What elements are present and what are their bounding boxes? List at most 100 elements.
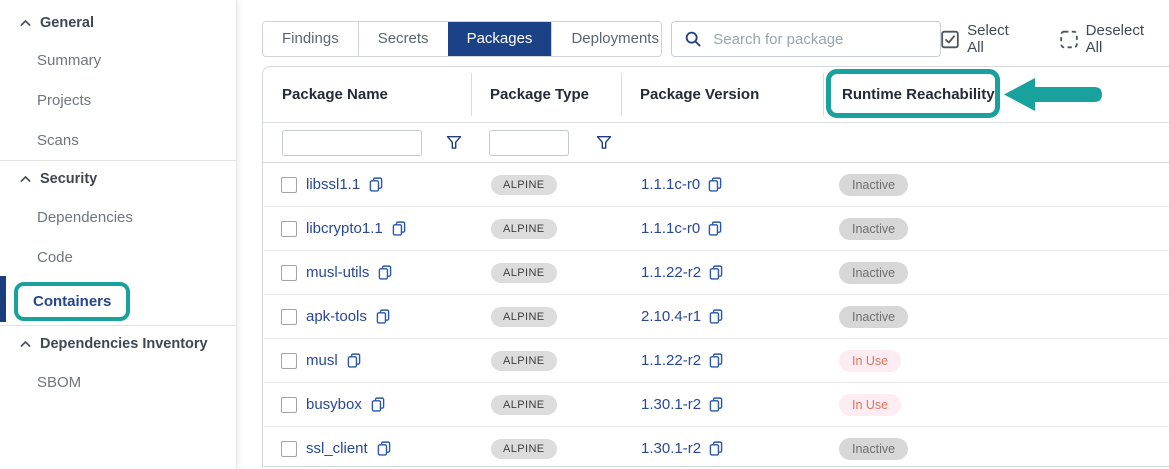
sidebar-item-dependencies[interactable]: Dependencies <box>0 197 236 237</box>
copy-icon[interactable] <box>392 221 406 236</box>
sidebar-item-label: Code <box>37 249 73 266</box>
copy-icon[interactable] <box>709 309 723 324</box>
selection-controls: Select All Deselect All <box>941 22 1160 56</box>
copy-icon[interactable] <box>708 177 722 192</box>
column-header-package-type[interactable]: Package Type <box>471 67 621 122</box>
tab-deployments[interactable]: Deployments <box>551 22 662 56</box>
row-checkbox[interactable] <box>281 353 297 369</box>
copy-icon[interactable] <box>709 397 723 412</box>
sidebar-section-dependencies-inventory[interactable]: Dependencies Inventory <box>0 326 236 362</box>
reachability-status-badge: Inactive <box>839 306 908 328</box>
reachability-status-badge: In Use <box>839 350 901 372</box>
tab-findings[interactable]: Findings <box>263 22 358 56</box>
package-type-badge: ALPINE <box>491 395 557 415</box>
table-row: musl-utils ALPINE 1.1.22-r2 Inactive <box>263 251 1169 295</box>
reachability-status-badge: Inactive <box>839 262 908 284</box>
reachability-status-badge: Inactive <box>839 438 908 460</box>
package-search[interactable] <box>671 21 941 57</box>
row-checkbox[interactable] <box>281 221 297 237</box>
package-version-value: 1.1.1c-r0 <box>641 220 700 237</box>
sidebar-item-scans[interactable]: Scans <box>0 120 236 160</box>
package-type-filter-input[interactable] <box>489 130 569 156</box>
package-name-link[interactable]: musl-utils <box>306 264 369 281</box>
sidebar-item-projects[interactable]: Projects <box>0 80 236 120</box>
copy-icon[interactable] <box>709 353 723 368</box>
copy-icon[interactable] <box>709 441 723 456</box>
package-type-badge: ALPINE <box>491 351 557 371</box>
column-label: Package Name <box>282 86 388 103</box>
package-version-value: 1.1.22-r2 <box>641 264 701 281</box>
package-name-link[interactable]: libcrypto1.1 <box>306 220 383 237</box>
sidebar-item-label: Scans <box>37 132 79 149</box>
copy-icon[interactable] <box>709 265 723 280</box>
package-version-value: 1.30.1-r2 <box>641 440 701 457</box>
select-all-button[interactable]: Select All <box>941 22 1026 56</box>
copy-icon[interactable] <box>378 265 392 280</box>
sidebar-section-security[interactable]: Security <box>0 161 236 197</box>
package-version-value: 1.1.22-r2 <box>641 352 701 369</box>
containers-annotation-box[interactable]: Containers <box>14 282 130 321</box>
row-checkbox[interactable] <box>281 397 297 413</box>
package-name-link[interactable]: musl <box>306 352 338 369</box>
chevron-up-icon <box>20 175 31 183</box>
search-input[interactable] <box>713 31 928 48</box>
filter-funnel-icon[interactable] <box>446 135 462 150</box>
deselect-all-button[interactable]: Deselect All <box>1060 22 1160 56</box>
package-name-link[interactable]: busybox <box>306 396 362 413</box>
row-checkbox[interactable] <box>281 265 297 281</box>
package-type-badge: ALPINE <box>491 439 557 459</box>
filter-funnel-icon[interactable] <box>596 135 612 150</box>
table-body: libssl1.1 ALPINE 1.1.1c-r0 Inactive libc… <box>263 163 1169 467</box>
section-label: Dependencies Inventory <box>40 336 208 352</box>
copy-icon[interactable] <box>377 441 391 456</box>
row-checkbox[interactable] <box>281 177 297 193</box>
chevron-up-icon <box>20 340 31 348</box>
table-row: apk-tools ALPINE 2.10.4-r1 Inactive <box>263 295 1169 339</box>
table-row: busybox ALPINE 1.30.1-r2 In Use <box>263 383 1169 427</box>
sidebar-item-label: SBOM <box>37 374 81 391</box>
package-version-value: 2.10.4-r1 <box>641 308 701 325</box>
section-label: Security <box>40 171 97 187</box>
sidebar-item-label: Dependencies <box>37 209 133 226</box>
sidebar-item-code[interactable]: Code <box>0 237 236 277</box>
row-checkbox[interactable] <box>281 309 297 325</box>
search-icon <box>684 30 702 48</box>
sidebar-item-label: Projects <box>37 92 91 109</box>
column-header-runtime-reachability[interactable]: Runtime Reachability <box>823 67 1169 122</box>
copy-icon[interactable] <box>376 309 390 324</box>
table-row: libcrypto1.1 ALPINE 1.1.1c-r0 Inactive <box>263 207 1169 251</box>
column-label: Package Version <box>640 86 759 103</box>
sidebar-section-general[interactable]: General <box>0 6 236 40</box>
package-name-link[interactable]: apk-tools <box>306 308 367 325</box>
package-name-link[interactable]: ssl_client <box>306 440 368 457</box>
table-header-row: Package Name Package Type Package Versio… <box>263 67 1169 123</box>
deselect-all-label: Deselect All <box>1086 22 1160 56</box>
package-type-badge: ALPINE <box>491 307 557 327</box>
checked-checkbox-icon <box>941 30 959 49</box>
copy-icon[interactable] <box>347 353 361 368</box>
package-name-link[interactable]: libssl1.1 <box>306 176 360 193</box>
sidebar-item-containers[interactable]: Containers <box>0 277 236 325</box>
package-name-filter-input[interactable] <box>282 130 422 156</box>
column-header-package-version[interactable]: Package Version <box>621 67 823 122</box>
sidebar-item-summary[interactable]: Summary <box>0 40 236 80</box>
column-header-package-name[interactable]: Package Name <box>263 67 471 122</box>
active-item-indicator <box>0 276 6 322</box>
top-toolbar: Findings Secrets Packages Deployments Se… <box>262 21 1160 57</box>
tab-packages[interactable]: Packages <box>448 22 552 56</box>
copy-icon[interactable] <box>371 397 385 412</box>
tab-secrets[interactable]: Secrets <box>358 22 448 56</box>
copy-icon[interactable] <box>708 221 722 236</box>
package-type-badge: ALPINE <box>491 219 557 239</box>
sidebar: General Summary Projects Scans Security … <box>0 0 237 469</box>
table-row: musl ALPINE 1.1.22-r2 In Use <box>263 339 1169 383</box>
copy-icon[interactable] <box>369 177 383 192</box>
sidebar-item-sbom[interactable]: SBOM <box>0 362 236 402</box>
row-checkbox[interactable] <box>281 441 297 457</box>
column-label: Package Type <box>490 86 589 103</box>
table-row: libssl1.1 ALPINE 1.1.1c-r0 Inactive <box>263 163 1169 207</box>
reachability-status-badge: Inactive <box>839 174 908 196</box>
reachability-status-badge: In Use <box>839 394 901 416</box>
package-version-value: 1.1.1c-r0 <box>641 176 700 193</box>
packages-table-panel: Package Name Package Type Package Versio… <box>262 66 1169 467</box>
